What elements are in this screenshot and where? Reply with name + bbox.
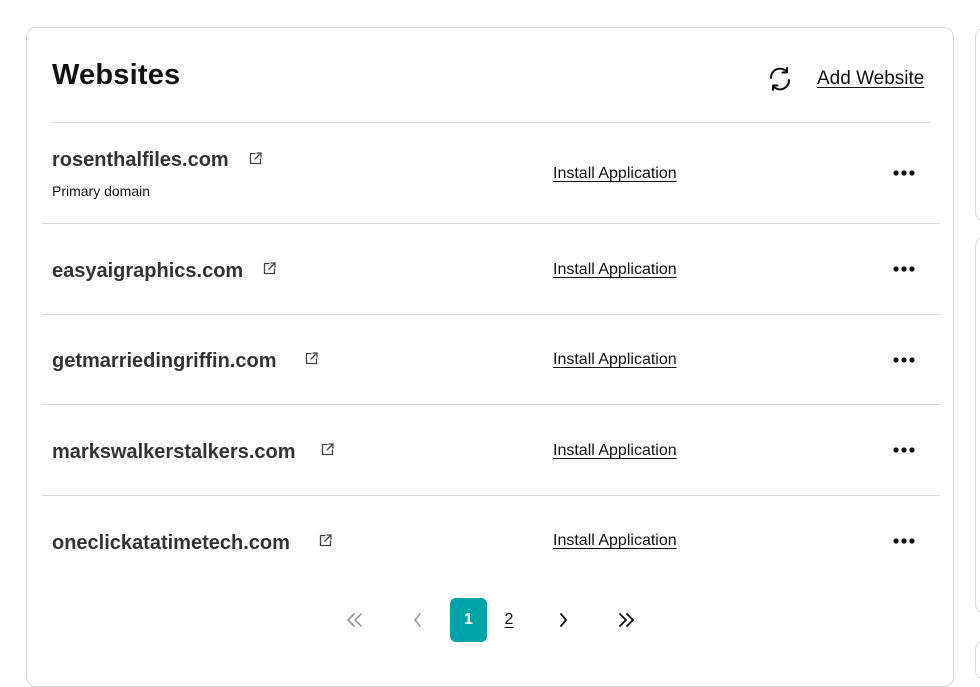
next-page-icon [560,613,567,627]
primary-domain-label: Primary domain [52,183,151,199]
external-link-icon[interactable] [321,443,334,456]
more-options-icon[interactable] [890,167,918,179]
site-domain-link[interactable]: markswalkerstalkers.com [52,439,296,465]
external-link-icon[interactable] [305,352,318,365]
page-title: Websites [52,59,181,91]
install-application-link[interactable]: Install Application [553,163,677,185]
page-number: 1 [464,611,473,628]
install-application-link[interactable]: Install Application [553,349,677,371]
site-domain-link[interactable]: getmarriedingriffin.com [52,348,276,374]
first-page-icon [347,613,362,627]
side-card [975,236,980,614]
more-options-icon[interactable] [890,263,918,275]
divider [42,314,940,315]
install-application-link[interactable]: Install Application [553,259,677,281]
page-1-button[interactable]: 1 [450,598,487,642]
side-card [975,27,980,222]
site-domain-link[interactable]: rosenthalfiles.com [52,147,229,173]
divider [52,122,930,123]
external-link-icon[interactable] [263,262,276,275]
divider [42,404,940,405]
more-options-icon[interactable] [890,535,918,547]
refresh-icon[interactable] [767,66,793,92]
add-website-link[interactable]: Add Website [817,66,924,92]
page-2-button[interactable]: 2 [491,598,527,642]
last-page-button[interactable] [608,598,644,642]
more-options-icon[interactable] [890,444,918,456]
site-domain-link[interactable]: easyaigraphics.com [52,258,243,284]
next-page-button[interactable] [545,598,581,642]
first-page-button[interactable] [337,598,373,642]
last-page-icon [619,613,634,627]
more-options-icon[interactable] [890,354,918,366]
previous-page-button[interactable] [400,598,436,642]
previous-page-icon [414,613,421,627]
install-application-link[interactable]: Install Application [553,440,677,462]
external-link-icon[interactable] [249,152,262,165]
page-number: 2 [504,611,514,628]
divider [42,495,940,496]
side-card [975,640,980,680]
external-link-icon[interactable] [319,534,332,547]
install-application-link[interactable]: Install Application [553,530,677,552]
site-domain-link[interactable]: oneclickatatimetech.com [52,530,290,556]
divider [42,223,940,224]
